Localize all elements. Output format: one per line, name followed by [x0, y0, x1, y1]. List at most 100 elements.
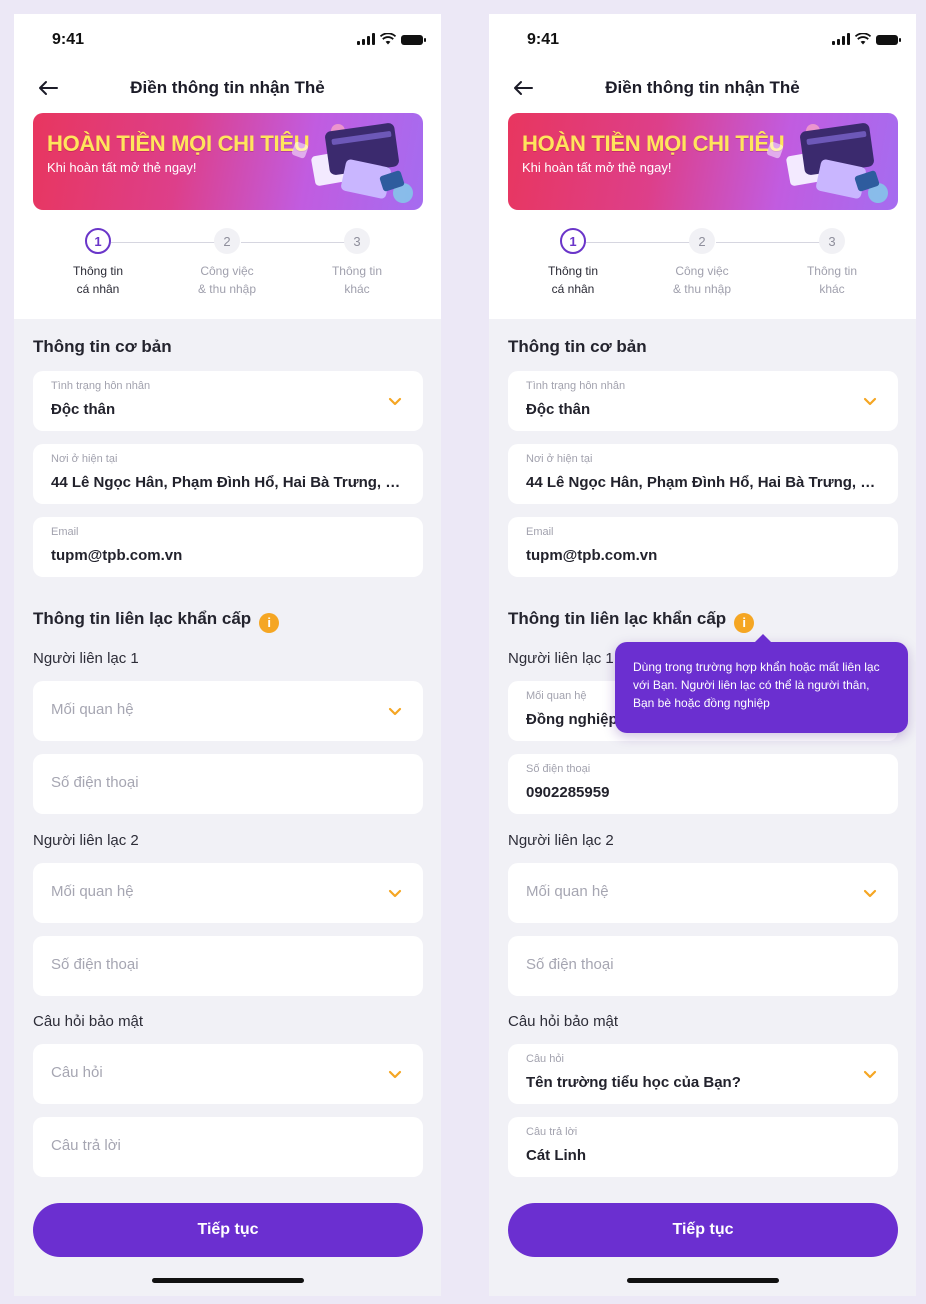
- status-time: 9:41: [52, 31, 85, 48]
- field-value: Cát Linh: [526, 1147, 586, 1164]
- contact2-phone-input[interactable]: Số điện thoại: [508, 936, 898, 996]
- step-job-income[interactable]: 2 Công việc & thu nhập: [652, 228, 752, 298]
- continue-button[interactable]: Tiếp tục: [508, 1203, 898, 1257]
- promo-banner[interactable]: HOÀN TIỀN MỌI CHI TIÊU Khi hoàn tất mở t…: [33, 113, 423, 210]
- field-value: Độc thân: [51, 401, 116, 418]
- banner-headline: HOÀN TIỀN MỌI CHI TIÊU: [522, 131, 785, 156]
- marital-status-select[interactable]: Tình trạng hôn nhân Độc thân: [33, 371, 423, 431]
- field-value: Độc thân: [526, 401, 591, 418]
- step-label-line2: & thu nhập: [672, 282, 732, 296]
- back-arrow-icon[interactable]: [511, 76, 535, 100]
- email-field[interactable]: Email tupm@tpb.com.vn: [33, 517, 423, 577]
- marital-status-select[interactable]: Tình trạng hôn nhân Độc thân: [508, 371, 898, 431]
- emergency-info-tooltip: Dùng trong trường hợp khẩn hoặc mất liên…: [615, 634, 908, 733]
- chevron-down-icon: [388, 397, 402, 406]
- status-icons: [357, 33, 426, 45]
- field-label: Mối quan hệ: [526, 690, 587, 702]
- contact1-heading: Người liên lạc 1: [33, 650, 139, 667]
- battery-icon: [876, 35, 901, 45]
- step-number: 1: [560, 228, 586, 254]
- home-indicator: [152, 1278, 304, 1283]
- step-label-line1: Thông tin: [806, 264, 858, 278]
- step-personal-info[interactable]: 1 Thông tin cá nhân: [523, 228, 623, 298]
- status-time: 9:41: [527, 31, 560, 48]
- contact2-heading: Người liên lạc 2: [508, 832, 614, 849]
- field-value: tupm@tpb.com.vn: [51, 547, 183, 564]
- chevron-down-icon: [388, 1070, 402, 1079]
- section-basic-info-title: Thông tin cơ bản: [33, 337, 172, 356]
- promo-banner[interactable]: HOÀN TIỀN MỌI CHI TIÊU Khi hoàn tất mở t…: [508, 113, 898, 210]
- step-label-line2: khác: [344, 282, 370, 296]
- field-value: tupm@tpb.com.vn: [526, 547, 658, 564]
- continue-button[interactable]: Tiếp tục: [33, 1203, 423, 1257]
- security-question-heading: Câu hỏi bảo mật: [33, 1013, 144, 1030]
- contact2-heading: Người liên lạc 2: [33, 832, 139, 849]
- step-number: 1: [85, 228, 111, 254]
- step-number: 2: [214, 228, 240, 254]
- phone-screen-empty-form: 9:41 Điền thông tin nhận Thẻ HOÀN TIỀN M…: [14, 14, 441, 1296]
- field-label: Tình trạng hôn nhân: [51, 380, 151, 392]
- page-title: Điền thông tin nhận Thẻ: [130, 78, 325, 97]
- field-placeholder: Mối quan hệ: [526, 883, 609, 900]
- progress-stepper: 1 Thông tin cá nhân 2 Công việc & thu nhập…: [489, 228, 916, 308]
- field-placeholder: Mối quan hệ: [51, 883, 134, 900]
- current-address-field[interactable]: Nơi ở hiện tại 44 Lê Ngọc Hân, Phạm Đình…: [508, 444, 898, 504]
- step-label-line1: Công việc: [675, 264, 729, 278]
- email-field[interactable]: Email tupm@tpb.com.vn: [508, 517, 898, 577]
- security-answer-input[interactable]: Câu trả lời Cát Linh: [508, 1117, 898, 1177]
- field-placeholder: Mối quan hệ: [51, 701, 134, 718]
- section-emergency-title: Thông tin liên lạc khẩn cấp i: [33, 609, 280, 633]
- field-placeholder: Câu hỏi: [51, 1064, 103, 1081]
- card-illustration-icon: [291, 123, 413, 203]
- security-question-select[interactable]: Câu hỏi: [33, 1044, 423, 1104]
- contact2-relation-select[interactable]: Mối quan hệ: [508, 863, 898, 923]
- banner-subtitle: Khi hoàn tất mở thẻ ngay!: [522, 160, 672, 175]
- step-job-income[interactable]: 2 Công việc & thu nhập: [177, 228, 277, 298]
- step-label-line2: & thu nhập: [197, 282, 257, 296]
- chevron-down-icon: [388, 889, 402, 898]
- info-icon[interactable]: i: [734, 612, 755, 633]
- contact1-heading: Người liên lạc 1: [508, 650, 614, 667]
- contact1-phone-input[interactable]: Số điện thoại 0902285959: [508, 754, 898, 814]
- contact1-relation-select[interactable]: Mối quan hệ: [33, 681, 423, 741]
- contact1-phone-input[interactable]: Số điện thoại: [33, 754, 423, 814]
- current-address-field[interactable]: Nơi ở hiện tại 44 Lê Ngọc Hân, Phạm Đình…: [33, 444, 423, 504]
- step-personal-info[interactable]: 1 Thông tin cá nhân: [48, 228, 148, 298]
- wifi-icon: [380, 33, 396, 45]
- back-arrow-icon[interactable]: [36, 76, 60, 100]
- field-value: 0902285959: [526, 784, 610, 801]
- section-emergency-title: Thông tin liên lạc khẩn cấp i: [508, 609, 755, 633]
- step-label-line2: khác: [819, 282, 845, 296]
- field-label: Nơi ở hiện tại: [526, 453, 593, 465]
- field-label: Tình trạng hôn nhân: [526, 380, 626, 392]
- step-number: 3: [819, 228, 845, 254]
- wifi-icon: [855, 33, 871, 45]
- step-other-info[interactable]: 3 Thông tin khác: [307, 228, 407, 298]
- field-placeholder: Số điện thoại: [51, 774, 139, 791]
- contact2-phone-input[interactable]: Số điện thoại: [33, 936, 423, 996]
- contact2-relation-select[interactable]: Mối quan hệ: [33, 863, 423, 923]
- field-value: 44 Lê Ngọc Hân, Phạm Đình Hổ, Hai Bà Trư…: [51, 474, 407, 491]
- step-other-info[interactable]: 3 Thông tin khác: [782, 228, 882, 298]
- field-placeholder: Số điện thoại: [526, 956, 614, 973]
- status-icons: [832, 33, 901, 45]
- page-title: Điền thông tin nhận Thẻ: [605, 78, 800, 97]
- field-label: Email: [526, 526, 554, 538]
- chevron-down-icon: [863, 1070, 877, 1079]
- step-label-line2: cá nhân: [551, 282, 595, 296]
- chevron-down-icon: [388, 707, 402, 716]
- section-emergency-text: Thông tin liên lạc khẩn cấp: [508, 609, 727, 628]
- signal-icon: [832, 33, 850, 45]
- progress-stepper: 1 Thông tin cá nhân 2 Công việc & thu nhập…: [14, 228, 441, 308]
- security-answer-input[interactable]: Câu trả lời: [33, 1117, 423, 1177]
- security-question-heading: Câu hỏi bảo mật: [508, 1013, 619, 1030]
- info-icon[interactable]: i: [259, 612, 280, 633]
- step-number: 3: [344, 228, 370, 254]
- security-question-select[interactable]: Câu hỏi Tên trường tiểu học của Bạn?: [508, 1044, 898, 1104]
- section-emergency-text: Thông tin liên lạc khẩn cấp: [33, 609, 252, 628]
- field-label: Nơi ở hiện tại: [51, 453, 118, 465]
- field-label: Câu hỏi: [526, 1053, 564, 1065]
- step-label-line1: Thông tin: [72, 264, 124, 278]
- field-label: Email: [51, 526, 79, 538]
- banner-subtitle: Khi hoàn tất mở thẻ ngay!: [47, 160, 197, 175]
